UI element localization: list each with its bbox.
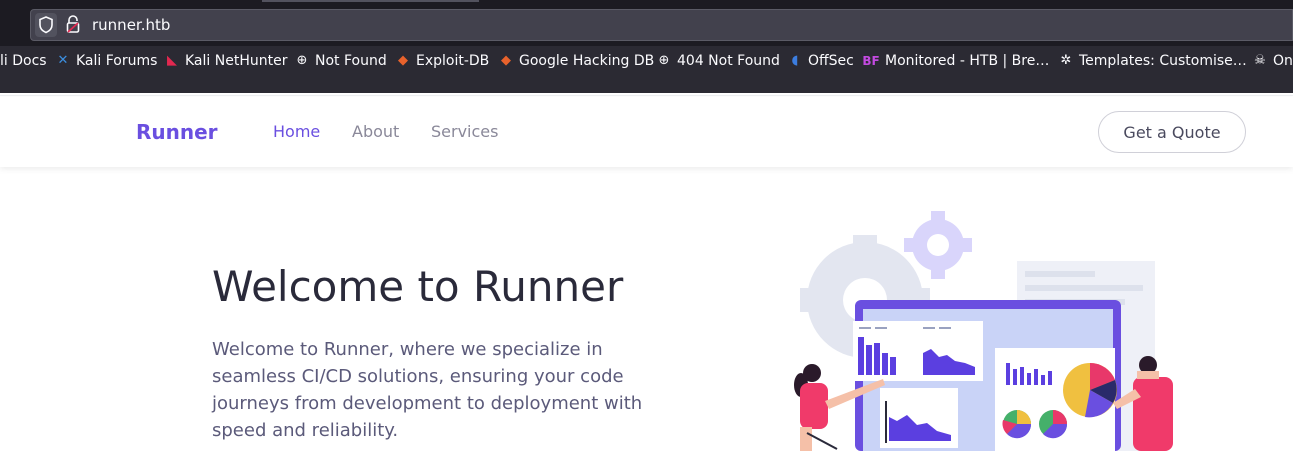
small-gear-icon (904, 211, 972, 279)
bookmark-label: Monitored - HTB | Bre… (885, 53, 1050, 69)
bookmark-kali-forums[interactable]: ✕ Kali Forums (55, 48, 158, 74)
kali-forums-icon: ✕ (57, 53, 69, 68)
nav-link-home[interactable]: Home (273, 122, 320, 141)
lock-warning-icon[interactable] (65, 14, 81, 34)
bookmark-kali-docs[interactable]: li Docs (0, 48, 47, 74)
nav-link-about[interactable]: About (352, 122, 399, 141)
shield-icon[interactable] (35, 13, 57, 37)
large-pie-chart-icon (1063, 363, 1117, 418)
site-brand[interactable]: Runner (136, 120, 218, 144)
kali-nethunter-icon: ◣ (167, 53, 177, 68)
divider (0, 95, 1293, 96)
bookmarks-bar: li Docs ✕ Kali Forums ◣ Kali NetHunter ⊕ No… (0, 48, 1293, 74)
globe-icon: ⊕ (296, 53, 308, 68)
hero-text: Welcome to Runner, where we specialize i… (212, 339, 643, 441)
exploit-db-icon: ◆ (398, 53, 408, 68)
bookmark-monitored-htb[interactable]: BF Monitored - HTB | Bre… (862, 48, 1049, 74)
bookmark-404-not-found[interactable]: ⊕ 404 Not Found (656, 48, 780, 74)
url-bar[interactable] (30, 9, 1293, 41)
ghdb-icon: ◆ (501, 53, 511, 68)
bookmark-on[interactable]: ☠ On (1252, 48, 1293, 74)
bookmark-not-found[interactable]: ⊕ Not Found (294, 48, 387, 74)
tab-strip-edge (262, 0, 479, 2)
bookmark-label: li Docs (0, 53, 47, 69)
bookmark-kali-nethunter[interactable]: ◣ Kali NetHunter (164, 48, 287, 74)
skull-icon: ☠ (1254, 53, 1266, 68)
offsec-icon: ◖ (791, 53, 799, 68)
bf-icon: BF (862, 54, 880, 68)
bookmark-label: Templates: Customise… (1079, 53, 1247, 69)
bookmark-label: On (1273, 53, 1293, 69)
globe-icon: ⊕ (658, 53, 670, 68)
pie-chart-icon-2 (1039, 410, 1068, 439)
bookmark-label: Kali Forums (76, 53, 158, 69)
url-text[interactable]: runner.htb (92, 16, 170, 34)
bookmark-label: OffSec (808, 53, 854, 69)
bookmark-label: 404 Not Found (677, 53, 780, 69)
hero-illustration (794, 211, 1173, 451)
bookmark-offsec[interactable]: ◖ OffSec (787, 48, 854, 74)
get-quote-button[interactable]: Get a Quote (1098, 111, 1246, 153)
bookmark-exploit-db[interactable]: ◆ Exploit-DB (395, 48, 489, 74)
joomla-icon: ✲ (1060, 53, 1072, 68)
bookmark-label: Exploit-DB (416, 53, 490, 69)
bookmark-templates[interactable]: ✲ Templates: Customise… (1058, 48, 1247, 74)
bookmark-label: Kali NetHunter (185, 53, 288, 69)
bookmark-label: Not Found (315, 53, 387, 69)
bookmark-google-hacking-db[interactable]: ◆ Google Hacking DB (498, 48, 654, 74)
bookmark-label: Google Hacking DB (519, 53, 655, 69)
hero-title: Welcome to Runner (212, 262, 624, 311)
nav-link-services[interactable]: Services (431, 122, 498, 141)
